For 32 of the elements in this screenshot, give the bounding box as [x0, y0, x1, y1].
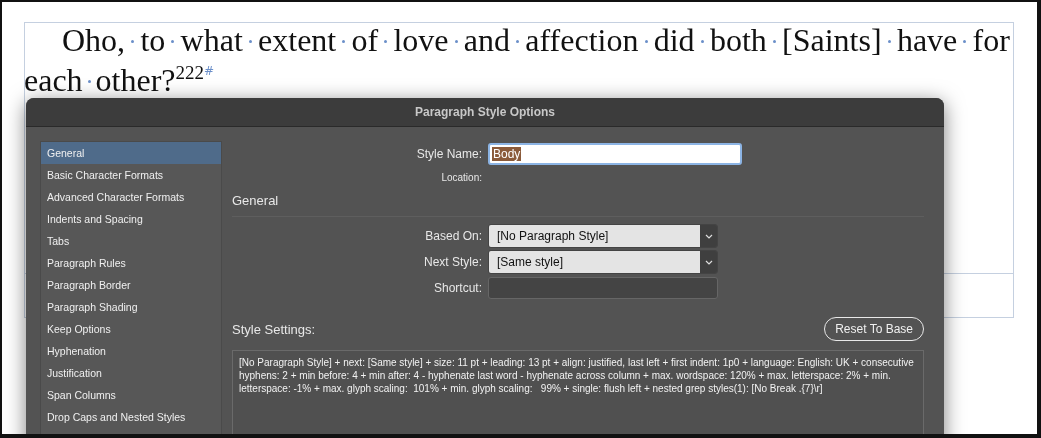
end-of-story-mark: # — [204, 63, 215, 80]
dialog-title: Paragraph Style Options — [26, 98, 944, 127]
field-label: Style Name: — [415, 147, 483, 161]
style-name-field[interactable]: Body — [488, 143, 742, 165]
document-text-line: Oho, to what extent of love and affection did both [Saints] have for — [61, 21, 1010, 60]
sidebar-item[interactable]: Indents and Spacing — [41, 208, 221, 230]
field-label: Location: — [440, 171, 483, 183]
chevron-down-icon — [704, 259, 713, 265]
sidebar-item[interactable]: Basic Character Formats — [41, 164, 221, 186]
section-title: Style Settings: — [232, 321, 316, 337]
field-label: Based On: — [424, 229, 483, 243]
chevron-down-icon — [704, 233, 713, 239]
sidebar-item[interactable]: Paragraph Border — [41, 274, 221, 296]
sidebar-item[interactable]: Drop Caps and Nested Styles — [41, 406, 221, 428]
style-settings-text: [No Paragraph Style] + next: [Same style] + size: 11 pt + leading: 13 pt + align: justified, last left + first indent: 1p0 + language: English: UK + consecutive hyphens: 2 + min before: 4 + min after: 4 - hyphenate last word - hyphenate across column + max. wordspace: 120% + max. letterspace: 2% + min. letterspace: -1% + max. glyph scaling: 101% + min. glyph scaling: 99% + single: flush left + nested grep styles(1): [No Break .{7}\r] — [232, 350, 924, 434]
section-title: General — [232, 187, 924, 217]
sidebar-item[interactable]: Advanced Character Formats — [41, 186, 221, 208]
footnote-reference: 222 — [175, 61, 205, 83]
reset-to-base-button[interactable]: Reset To Base — [824, 317, 924, 341]
sidebar-item[interactable]: Paragraph Rules — [41, 252, 221, 274]
sidebar-item[interactable]: General — [41, 142, 221, 164]
sidebar-item[interactable]: Tabs — [41, 230, 221, 252]
sidebar-item[interactable]: Paragraph Shading — [41, 296, 221, 318]
field-label: Next Style: — [422, 255, 483, 269]
shortcut-field[interactable] — [488, 277, 718, 299]
sidebar-item[interactable]: Keep Options — [41, 318, 221, 340]
dropdown-field[interactable]: [Same style] — [488, 250, 718, 274]
sidebar-item[interactable]: Justification — [41, 362, 221, 384]
dropdown-field[interactable]: [No Paragraph Style] — [488, 224, 718, 248]
field-label: Shortcut: — [432, 281, 483, 295]
sidebar-item[interactable]: Hyphenation — [41, 340, 221, 362]
sidebar-item[interactable]: Span Columns — [41, 384, 221, 406]
